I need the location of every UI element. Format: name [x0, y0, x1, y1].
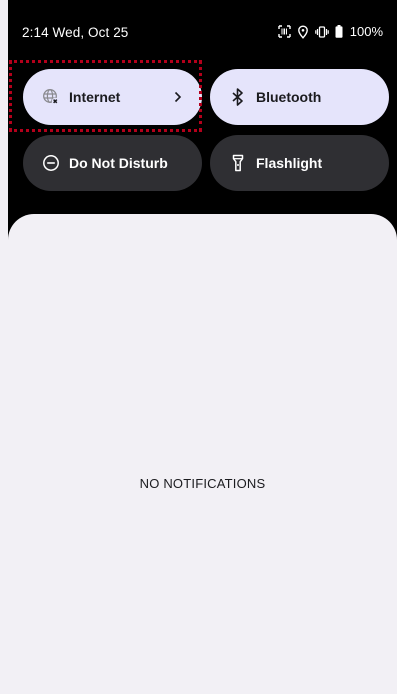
- battery-icon: [335, 25, 343, 38]
- quick-settings-screen: 2:14 Wed, Oct 25 100% Internet Bluetooth…: [8, 0, 397, 694]
- tile-bluetooth[interactable]: Bluetooth: [210, 69, 389, 125]
- vibrate-icon: [314, 25, 329, 38]
- tile-internet[interactable]: Internet: [23, 69, 202, 125]
- tile-flashlight[interactable]: Flashlight: [210, 135, 389, 191]
- battery-percent: 100%: [349, 24, 383, 39]
- status-bar: 2:14 Wed, Oct 25 100%: [8, 0, 397, 60]
- notification-shade[interactable]: NO NOTIFICATIONS: [8, 214, 397, 694]
- tile-do-not-disturb-label: Do Not Disturb: [69, 155, 168, 171]
- chevron-right-icon[interactable]: [172, 90, 184, 104]
- no-notifications-text: NO NOTIFICATIONS: [139, 476, 266, 491]
- location-icon: [297, 24, 309, 39]
- status-icons: 100%: [278, 24, 383, 39]
- do-not-disturb-icon: [41, 153, 61, 173]
- status-time: 2:14 Wed, Oct 25: [22, 25, 129, 40]
- flashlight-icon: [228, 153, 248, 173]
- tile-internet-label: Internet: [69, 89, 121, 105]
- tile-bluetooth-label: Bluetooth: [256, 89, 322, 105]
- internet-off-icon: [41, 87, 61, 107]
- bluetooth-icon: [228, 87, 248, 107]
- tile-flashlight-label: Flashlight: [256, 155, 323, 171]
- tile-do-not-disturb[interactable]: Do Not Disturb: [23, 135, 202, 191]
- barcode-scanner-icon: [278, 25, 291, 38]
